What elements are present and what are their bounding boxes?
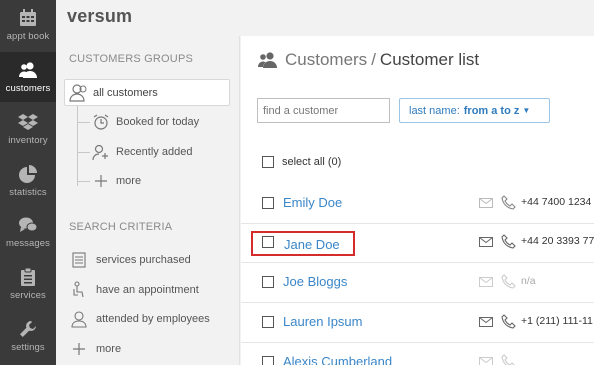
caret-down-icon: ▼	[522, 106, 531, 115]
nav-label: settings	[11, 342, 45, 353]
nav-services[interactable]: services	[0, 259, 56, 309]
nav-label: services	[10, 290, 46, 301]
criteria-have-appointment[interactable]: have an appointment	[70, 279, 199, 301]
customer-name-link[interactable]: Emily Doe	[283, 195, 342, 210]
customer-name-link[interactable]: Lauren Ipsum	[283, 314, 363, 329]
row-checkbox[interactable]	[262, 356, 274, 365]
nav-label: messages	[5, 238, 51, 249]
breadcrumb-customers[interactable]: Customers	[285, 50, 367, 70]
main-nav: appt book customers inventory statistics…	[0, 0, 56, 365]
employee-icon	[71, 311, 87, 328]
criteria-label: have an appointment	[96, 284, 199, 296]
customer-list-panel: Customers / Customer list last name: fro…	[241, 36, 594, 365]
row-checkbox[interactable]	[262, 276, 274, 288]
users-icon	[19, 62, 37, 78]
nav-label: inventory	[8, 135, 48, 146]
criteria-label: more	[96, 343, 122, 355]
email-icon[interactable]	[479, 198, 493, 208]
select-all-checkbox[interactable]	[262, 156, 274, 168]
top-bar: versum	[56, 0, 594, 36]
list-icon	[72, 252, 86, 268]
table-row: Lauren Ipsum +1 (211) 111-11	[241, 304, 594, 343]
customer-phone: +44 20 3393 77	[521, 235, 594, 247]
email-icon[interactable]	[479, 277, 493, 287]
plus-icon	[73, 343, 85, 355]
phone-icon[interactable]	[501, 195, 516, 210]
select-all-label: select all (0)	[282, 156, 342, 168]
chat-icon	[19, 217, 38, 232]
customer-phone: +1 (211) 111-11	[521, 315, 593, 327]
sort-prefix: last name:	[409, 104, 460, 117]
customer-name-link[interactable]: Jane Doe	[251, 231, 355, 256]
group-all-customers[interactable]: all customers	[64, 79, 230, 106]
customer-name-link[interactable]: Alexis Cumberland	[283, 354, 392, 365]
criteria-label: services purchased	[96, 254, 191, 266]
table-row: Jane Doe +44 20 3393 77	[241, 224, 594, 263]
dropbox-icon	[18, 114, 38, 130]
phone-icon[interactable]	[501, 274, 516, 289]
customer-phone: +44 7400 1234	[521, 196, 592, 208]
groups-panel: CUSTOMERS GROUPS all customers Booked fo…	[56, 36, 240, 365]
table-row: Alexis Cumberland	[241, 344, 594, 365]
nav-appt-book[interactable]: appt book	[0, 0, 56, 50]
users-icon	[258, 52, 277, 68]
customer-search-input[interactable]	[257, 98, 390, 123]
customer-phone: n/a	[521, 275, 536, 287]
nav-label: customers	[5, 83, 51, 94]
wrench-icon	[20, 321, 36, 337]
calendar-icon	[20, 9, 36, 26]
plus-icon	[95, 175, 107, 187]
group-label: Recently added	[116, 146, 193, 158]
nav-label: statistics	[9, 187, 47, 198]
breadcrumb-current: Customer list	[379, 50, 480, 69]
criteria-label: attended by employees	[96, 313, 210, 325]
groups-title: CUSTOMERS GROUPS	[69, 53, 194, 65]
email-icon[interactable]	[479, 357, 493, 365]
customer-name-link[interactable]: Joe Bloggs	[283, 274, 347, 289]
users-outline-icon	[69, 83, 87, 102]
nav-customers[interactable]: customers	[0, 52, 56, 102]
group-recently-added[interactable]: Recently added	[78, 141, 192, 163]
nav-inventory[interactable]: inventory	[0, 104, 56, 154]
sort-value: from a to z	[463, 104, 520, 117]
nav-statistics[interactable]: statistics	[0, 156, 56, 206]
row-checkbox[interactable]	[262, 197, 274, 209]
criteria-attended-employees[interactable]: attended by employees	[70, 308, 210, 330]
group-booked-today[interactable]: Booked for today	[78, 111, 199, 133]
clipboard-icon	[21, 267, 35, 286]
criteria-title: SEARCH CRITERIA	[69, 221, 173, 233]
breadcrumb-separator: /	[371, 50, 376, 69]
criteria-services-purchased[interactable]: services purchased	[70, 249, 191, 271]
alarm-clock-icon	[93, 114, 109, 130]
group-label: Booked for today	[116, 116, 200, 128]
sort-dropdown[interactable]: last name: from a to z ▼	[399, 98, 550, 123]
table-row: Emily Doe +44 7400 1234	[241, 185, 594, 224]
group-label: more	[116, 175, 142, 187]
table-row: Joe Bloggs n/a	[241, 264, 594, 303]
group-more[interactable]: more	[78, 170, 141, 192]
phone-icon[interactable]	[501, 234, 516, 249]
versum-logo: versum	[67, 6, 133, 26]
email-icon[interactable]	[479, 317, 493, 327]
criteria-more[interactable]: more	[70, 338, 121, 360]
row-checkbox[interactable]	[262, 316, 274, 328]
phone-icon[interactable]	[501, 354, 516, 365]
email-icon[interactable]	[479, 237, 493, 247]
person-chair-icon	[73, 281, 84, 298]
group-label: all customers	[93, 86, 158, 99]
nav-messages[interactable]: messages	[0, 207, 56, 257]
page-title: Customers / Customer list	[257, 50, 479, 70]
nav-label: appt book	[6, 31, 50, 42]
nav-settings[interactable]: settings	[0, 311, 56, 361]
select-all[interactable]: select all (0)	[262, 156, 341, 168]
phone-icon[interactable]	[501, 314, 516, 329]
pie-chart-icon	[19, 165, 37, 183]
add-user-icon	[92, 144, 108, 161]
